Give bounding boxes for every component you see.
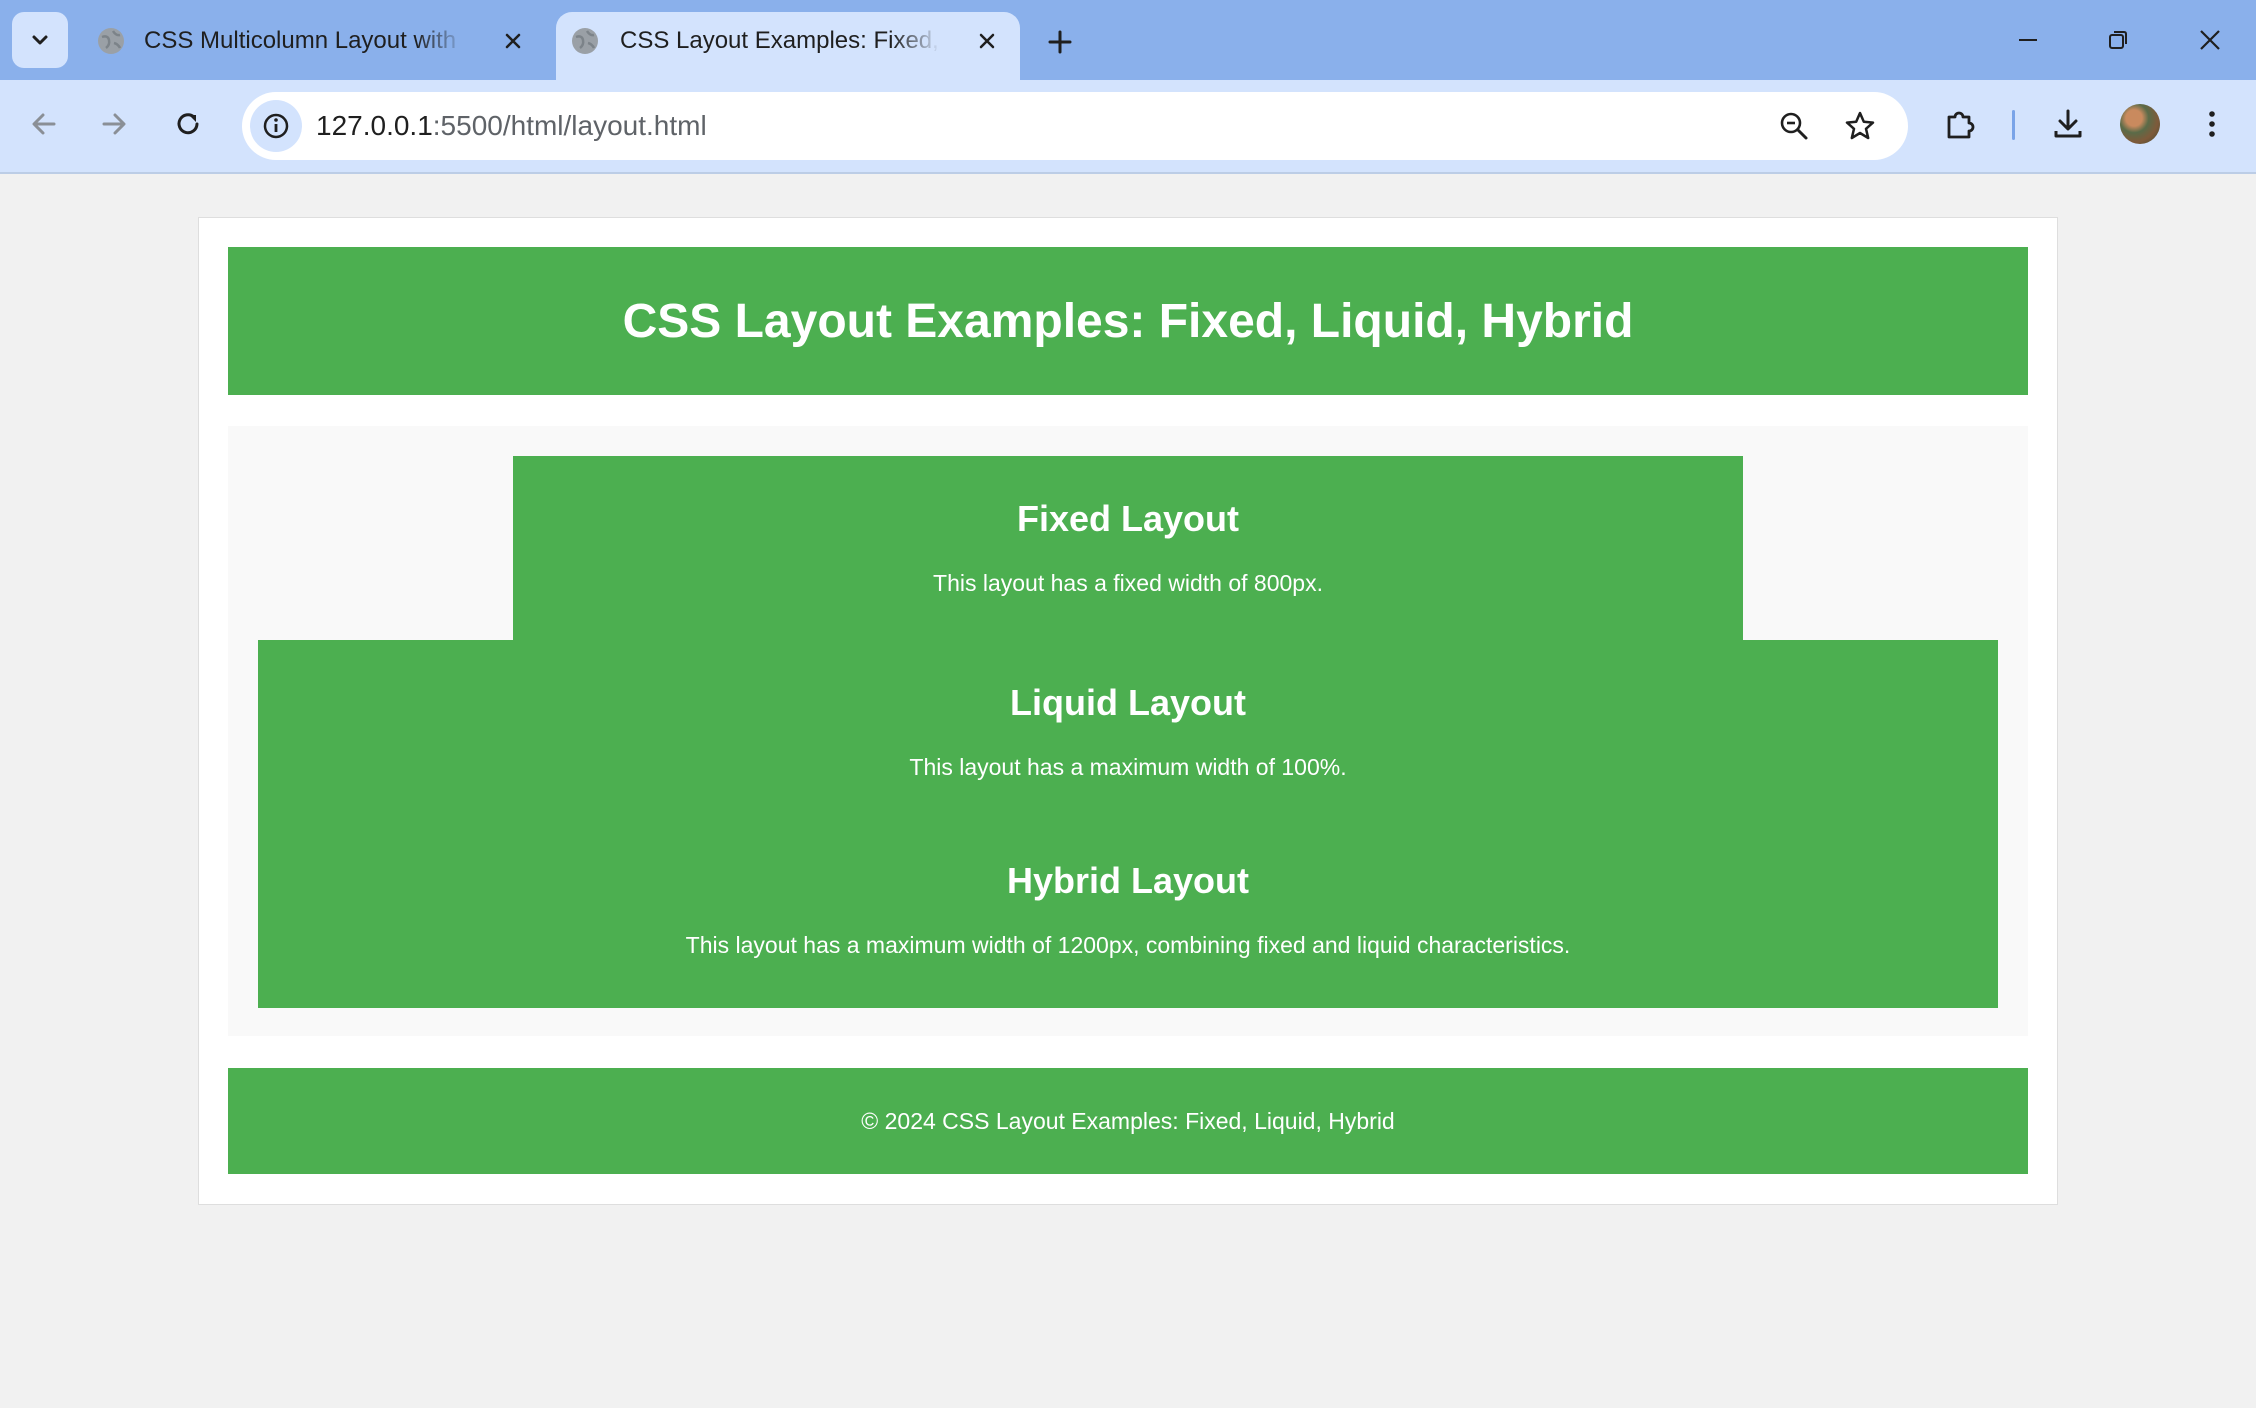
arrow-right-icon <box>102 113 126 135</box>
tab-multicolumn[interactable]: CSS Multicolumn Layout with Fl <box>82 12 546 80</box>
restore-icon <box>2109 31 2127 49</box>
url-text[interactable]: 127.0.0.1:5500/html/layout.html <box>316 110 707 142</box>
restore-button[interactable] <box>2088 14 2148 66</box>
page-header: CSS Layout Examples: Fixed, Liquid, Hybr… <box>228 247 2028 395</box>
site-info-button[interactable] <box>250 100 302 152</box>
fixed-layout-heading: Fixed Layout <box>1016 498 1240 539</box>
browser-toolbar: 127.0.0.1:5500/html/layout.html <box>0 80 2256 174</box>
fixed-layout-section: Fixed Layout This layout has a fixed wid… <box>513 456 1743 640</box>
globe-icon <box>98 28 124 54</box>
profile-avatar[interactable] <box>2120 104 2160 144</box>
close-tab-icon[interactable] <box>972 26 1002 56</box>
reload-button[interactable] <box>164 100 212 148</box>
minimize-button[interactable] <box>1998 14 2058 66</box>
page-title: CSS Layout Examples: Fixed, Liquid, Hybr… <box>622 294 1634 348</box>
tab-layout-examples[interactable]: CSS Layout Examples: Fixed, Liq <box>556 12 1020 80</box>
tab-title: CSS Multicolumn Layout with Fl <box>144 27 464 54</box>
liquid-layout-text: This layout has a maximum width of 100%. <box>909 754 1347 780</box>
minimize-icon <box>2019 39 2037 41</box>
page-container: CSS Layout Examples: Fixed, Liquid, Hybr… <box>198 217 2058 1205</box>
new-tab-button[interactable] <box>1040 22 1080 62</box>
address-bar[interactable]: 127.0.0.1:5500/html/layout.html <box>242 92 1908 160</box>
info-icon <box>263 113 289 139</box>
plus-icon <box>1048 30 1072 54</box>
hybrid-layout-heading: Hybrid Layout <box>1006 860 1249 901</box>
extensions-button[interactable] <box>1936 100 1984 148</box>
liquid-hybrid-section: Liquid Layout This layout has a maximum … <box>258 640 1998 1008</box>
reload-icon <box>177 113 199 135</box>
fixed-layout-text: This layout has a fixed width of 800px. <box>933 570 1323 596</box>
puzzle-icon <box>1947 111 1975 139</box>
close-icon <box>2200 30 2220 50</box>
download-icon <box>2054 109 2082 138</box>
chevron-down-icon <box>32 35 48 45</box>
zoom-out-icon <box>1780 112 1808 140</box>
arrow-left-icon <box>32 113 56 135</box>
tab-search-button[interactable] <box>12 12 68 68</box>
star-icon <box>1845 111 1875 140</box>
footer-text: © 2024 CSS Layout Examples: Fixed, Liqui… <box>861 1107 1395 1134</box>
hybrid-layout-text: This layout has a maximum width of 1200p… <box>685 932 1571 958</box>
close-tab-icon[interactable] <box>498 26 528 56</box>
downloads-button[interactable] <box>2044 100 2092 148</box>
close-window-button[interactable] <box>2180 14 2240 66</box>
page-footer: © 2024 CSS Layout Examples: Fixed, Liqui… <box>228 1068 2028 1174</box>
browser-menu-button[interactable] <box>2188 100 2236 148</box>
main-content: Fixed Layout This layout has a fixed wid… <box>228 426 2028 1036</box>
url-path: :5500/html/layout.html <box>432 110 707 141</box>
tab-strip: CSS Multicolumn Layout with Fl CSS Layou… <box>0 0 2256 80</box>
bookmark-button[interactable] <box>1838 104 1882 148</box>
toolbar-separator <box>2012 110 2015 140</box>
back-button[interactable] <box>20 100 68 148</box>
kebab-menu-icon <box>2209 111 2215 137</box>
url-host: 127.0.0.1 <box>316 110 433 141</box>
liquid-layout-heading: Liquid Layout <box>1010 682 1246 723</box>
globe-icon <box>572 28 598 54</box>
tab-title: CSS Layout Examples: Fixed, Liq <box>620 27 940 54</box>
forward-button[interactable] <box>90 100 138 148</box>
zoom-button[interactable] <box>1772 104 1816 148</box>
